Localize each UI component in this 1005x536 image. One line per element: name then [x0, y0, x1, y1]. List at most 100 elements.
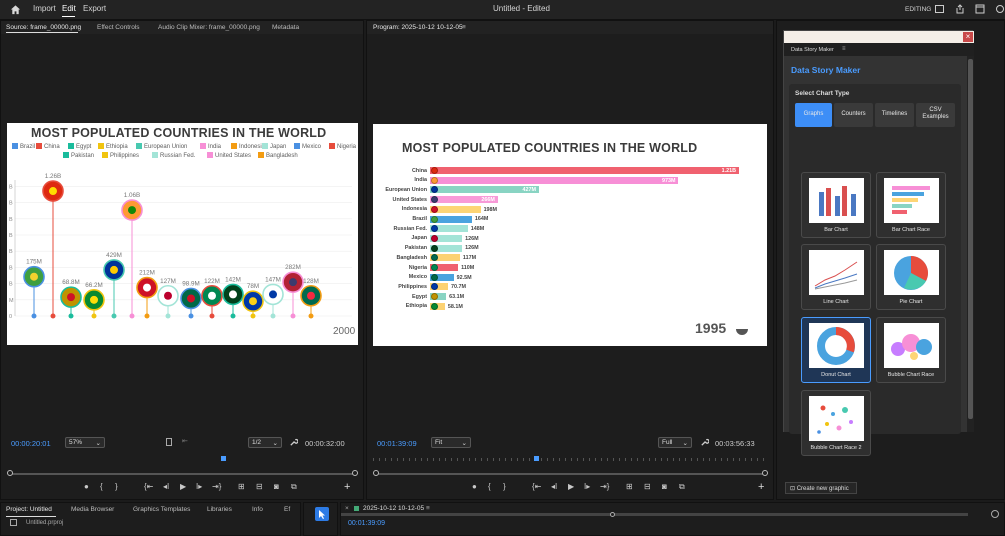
close-tab-icon[interactable]: ×: [345, 505, 349, 512]
timeline-scroll-handle[interactable]: [610, 512, 615, 517]
program-quality-select[interactable]: Full ⌄: [658, 437, 692, 448]
lift-icon[interactable]: ⊞: [626, 482, 633, 491]
source-scrubber-track[interactable]: [9, 473, 357, 475]
go-to-out-icon[interactable]: ⇥}: [212, 482, 221, 491]
tab-audio-clip-mixer[interactable]: Audio Clip Mixer: frame_00000.png: [158, 24, 260, 31]
program-scroll-end[interactable]: [762, 470, 768, 476]
timeline-timecode[interactable]: 00:01:39:09: [348, 520, 385, 527]
dsm-scrollbar[interactable]: [967, 56, 974, 432]
add-button[interactable]: +: [758, 481, 764, 493]
tab-libraries[interactable]: Libraries: [207, 506, 232, 513]
program-scrubber-track[interactable]: [375, 473, 767, 475]
close-button[interactable]: ×: [963, 32, 973, 42]
comparison-icon[interactable]: ⧉: [679, 482, 685, 492]
menu-edit[interactable]: Edit: [62, 4, 76, 13]
export-frame-icon[interactable]: ⧉: [291, 482, 297, 492]
mark-out-icon[interactable]: }: [115, 482, 118, 491]
tab-program[interactable]: Program: 2025-10-12 10-12-05: [373, 24, 463, 31]
tab-csv-examples[interactable]: CSV Examples: [916, 103, 955, 127]
chevron-down-icon: ⌄: [95, 440, 101, 447]
go-to-in-icon[interactable]: {⇤: [532, 482, 541, 491]
chart-card-bar-chart-race[interactable]: Bar Chart Race: [876, 172, 946, 238]
chart-card-line-chart[interactable]: Line Chart: [801, 244, 871, 310]
tab-counters[interactable]: Counters: [834, 103, 873, 127]
workspace-label[interactable]: EDITING: [905, 6, 931, 13]
menu-import[interactable]: Import: [33, 4, 56, 13]
timeline-menu-icon[interactable]: ≡: [426, 505, 430, 512]
camera-icon[interactable]: ◙: [662, 482, 667, 491]
tab-graphs[interactable]: Graphs: [795, 103, 832, 127]
play-icon[interactable]: ▶: [568, 482, 574, 491]
tab-effects[interactable]: Ef: [284, 506, 290, 513]
step-forward-icon[interactable]: I▸: [196, 482, 202, 491]
flag-emblem: [249, 297, 257, 306]
home-icon[interactable]: [10, 4, 21, 15]
timeline-scroll[interactable]: [341, 513, 968, 516]
source-playhead[interactable]: [221, 456, 226, 461]
source-year-label: 2000: [333, 326, 356, 337]
chart-card-pie-chart[interactable]: Pie Chart: [876, 244, 946, 310]
tab-media-browser[interactable]: Media Browser: [71, 506, 114, 513]
mark-in-icon[interactable]: {: [100, 482, 103, 491]
source-ratio-value: 1/2: [252, 439, 262, 446]
chart-card-bubble-chart-race-2[interactable]: Bubble Chart Race 2: [801, 390, 871, 456]
panel-menu-icon[interactable]: ≡: [462, 24, 466, 31]
tab-graphics-templates[interactable]: Graphics Templates: [133, 506, 190, 513]
scrollbar-thumb[interactable]: [968, 59, 973, 419]
mark-in-icon[interactable]: {: [488, 482, 491, 491]
source-timecode[interactable]: 00:00:20:01: [11, 439, 51, 448]
program-playhead[interactable]: [534, 456, 539, 461]
overwrite-icon[interactable]: ⇤: [182, 437, 188, 445]
camera-icon[interactable]: ◙: [274, 482, 279, 491]
timeline-tab[interactable]: 2025-10-12 10-12-05: [363, 505, 424, 512]
chart-card-bubble-chart-race[interactable]: Bubble Chart Race: [876, 317, 946, 383]
marker-icon[interactable]: ●: [472, 482, 477, 491]
timeline-settings-icon[interactable]: [991, 510, 999, 518]
tab-timelines[interactable]: Timelines: [875, 103, 914, 127]
wrench-icon[interactable]: [289, 438, 298, 447]
step-back-icon[interactable]: ◂I: [163, 482, 169, 491]
mark-out-icon[interactable]: }: [503, 482, 506, 491]
menu-export[interactable]: Export: [83, 4, 106, 13]
source-zoom-select[interactable]: 57% ⌄: [65, 437, 105, 448]
source-scroll-start[interactable]: [7, 470, 13, 476]
marker-icon[interactable]: ●: [84, 482, 89, 491]
tab-info[interactable]: Info: [252, 506, 263, 513]
fullscreen-icon[interactable]: [975, 4, 985, 14]
window-titlebar[interactable]: [784, 31, 974, 43]
workspace-icon[interactable]: [935, 5, 944, 13]
tab-project[interactable]: Project: Untitled: [6, 506, 52, 513]
bar-category-label: China: [412, 167, 427, 174]
selection-tool-button[interactable]: [315, 507, 329, 521]
go-to-out-icon[interactable]: ⇥}: [600, 482, 609, 491]
go-to-in-icon[interactable]: {⇤: [144, 482, 153, 491]
chart-card-donut-chart[interactable]: Donut Chart: [801, 317, 871, 383]
lollipop-base: [188, 313, 194, 319]
flag-emblem: [187, 294, 195, 303]
bar-category-label: Indonesia: [401, 206, 427, 213]
insert-icon[interactable]: [166, 438, 172, 446]
insert-clip-icon[interactable]: ⊞: [238, 482, 245, 491]
add-button[interactable]: +: [344, 481, 350, 493]
tab-metadata[interactable]: Metadata: [272, 24, 299, 31]
create-new-graphic-button[interactable]: ⊡ Create new graphic: [785, 482, 857, 494]
program-zoom-select[interactable]: Fit ⌄: [431, 437, 471, 448]
play-icon[interactable]: ▶: [180, 482, 186, 491]
source-scroll-end[interactable]: [352, 470, 358, 476]
program-scroll-start[interactable]: [373, 470, 379, 476]
overwrite-clip-icon[interactable]: ⊟: [256, 482, 263, 491]
program-timecode[interactable]: 00:01:39:09: [377, 439, 417, 448]
panel-menu-icon[interactable]: ≡: [842, 46, 846, 52]
project-item[interactable]: Untitled.prproj: [26, 520, 63, 526]
share-icon[interactable]: [955, 4, 965, 14]
tab-effect-controls[interactable]: Effect Controls: [97, 24, 140, 31]
step-forward-icon[interactable]: I▸: [584, 482, 590, 491]
chart-card-bar-chart[interactable]: Bar Chart: [801, 172, 871, 238]
wrench-icon[interactable]: [700, 438, 709, 447]
step-back-icon[interactable]: ◂I: [551, 482, 557, 491]
source-ratio-select[interactable]: 1/2 ⌄: [248, 437, 282, 448]
settings-icon[interactable]: [996, 5, 1004, 13]
country-flag-icon: [431, 244, 438, 252]
extract-icon[interactable]: ⊟: [644, 482, 651, 491]
tab-source[interactable]: Source: frame_00000.png: [6, 24, 81, 31]
